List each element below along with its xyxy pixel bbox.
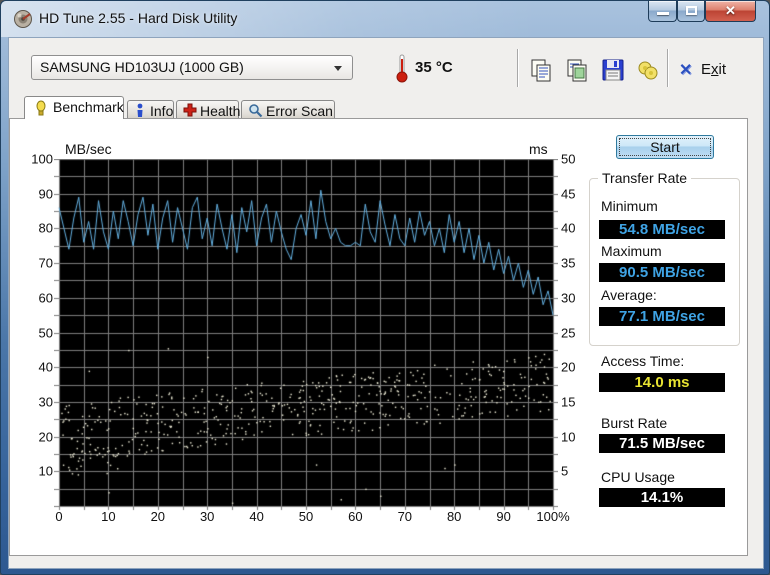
chevron-down-icon: [334, 66, 342, 71]
left-axis-tick-label: 50: [38, 325, 53, 340]
right-axis-title: ms: [529, 141, 548, 157]
tab-error-scan-label: Error Scan: [266, 103, 333, 119]
exit-x-icon: ✕: [679, 62, 693, 79]
left-axis-tick-label: 20: [38, 429, 53, 445]
title-bar[interactable]: HD Tune 2.55 - Hard Disk Utility ✕: [1, 1, 769, 37]
close-button[interactable]: ✕: [705, 1, 756, 22]
toolbar-separator: [517, 49, 519, 87]
cpu-usage-value: 14.1%: [599, 488, 725, 507]
minimum-value: 54.8 MB/sec: [599, 220, 725, 239]
transfer-rate-title: Transfer Rate: [598, 170, 692, 186]
right-axis-tick-label: 25: [561, 325, 576, 340]
right-axis-tick-label: 15: [561, 394, 576, 410]
right-axis-tick-label: 40: [561, 220, 576, 236]
access-time-label: Access Time:: [601, 353, 685, 369]
error-scan-icon: [249, 104, 263, 118]
left-axis-tick-label: 100: [31, 151, 53, 167]
cpu-usage-label: CPU Usage: [601, 469, 675, 485]
benchmark-chart: [54, 159, 558, 511]
app-icon: [14, 10, 32, 28]
tab-info-label: Info: [150, 103, 174, 119]
x-axis-tick-label: 90: [496, 509, 511, 524]
x-axis-tick-label: 100%: [536, 509, 570, 524]
options-icon[interactable]: [635, 57, 661, 83]
x-axis-tick-label: 0: [55, 509, 63, 524]
burst-rate-value: 71.5 MB/sec: [599, 434, 725, 453]
left-axis-tick-label: 70: [38, 255, 53, 271]
left-axis-tick-label: 40: [38, 359, 53, 375]
x-axis-tick-label: 40: [249, 509, 264, 524]
average-value: 77.1 MB/sec: [599, 307, 725, 326]
x-axis-tick-label: 30: [199, 509, 215, 524]
maximize-button[interactable]: [677, 1, 705, 22]
tab-info[interactable]: Info: [127, 100, 174, 119]
exit-label: Exit: [701, 61, 727, 78]
left-axis-tick-label: 90: [38, 186, 53, 202]
left-axis-tick-label: 60: [38, 290, 53, 306]
save-icon[interactable]: [600, 57, 626, 83]
minimize-button[interactable]: [648, 1, 677, 22]
copy-icon[interactable]: [528, 57, 554, 83]
x-axis-tick-label: 20: [150, 509, 166, 524]
x-axis-ticks: 0 10 20 30 40 50 60 70 80 90 100%: [55, 509, 579, 527]
maximum-value: 90.5 MB/sec: [599, 263, 725, 282]
left-axis-ticks: 100 90 80 70 60 50 40 30 20 10: [7, 152, 53, 506]
health-icon: [183, 103, 197, 117]
tab-health[interactable]: Health: [176, 100, 241, 119]
exit-button[interactable]: ✕ Exit: [677, 57, 747, 83]
copy-image-icon[interactable]: [564, 57, 590, 83]
minimum-label: Minimum: [601, 198, 658, 214]
burst-rate-label: Burst Rate: [601, 415, 668, 431]
maximize-icon: [686, 6, 697, 15]
right-axis-tick-label: 45: [561, 186, 576, 202]
x-axis-tick-label: 10: [101, 509, 116, 524]
x-axis-tick-label: 60: [348, 509, 363, 524]
thermometer-icon: [396, 54, 408, 83]
right-axis-tick-label: 50: [561, 151, 576, 167]
temperature-value: 35 °C: [415, 59, 453, 76]
hd-tune-window: HD Tune 2.55 - Hard Disk Utility ✕ SAMSU…: [0, 0, 770, 575]
right-axis-tick-label: 5: [561, 463, 569, 479]
tab-error-scan[interactable]: Error Scan: [241, 100, 335, 119]
x-axis-tick-label: 50: [298, 509, 314, 524]
close-icon: ✕: [725, 3, 736, 18]
left-axis-tick-label: 10: [38, 463, 53, 479]
benchmark-icon: [36, 100, 46, 116]
left-axis-title: MB/sec: [65, 141, 112, 157]
minimize-icon: [657, 12, 669, 15]
info-icon: [137, 103, 143, 117]
right-axis-tick-label: 30: [561, 290, 576, 306]
x-axis-tick-label: 80: [446, 509, 462, 524]
x-axis-tick-label: 70: [397, 509, 413, 524]
access-time-value: 14.0 ms: [599, 373, 725, 392]
tab-health-label: Health: [200, 103, 241, 119]
drive-select-combobox[interactable]: SAMSUNG HD103UJ (1000 GB): [31, 55, 353, 80]
left-axis-tick-label: 30: [38, 394, 53, 410]
right-axis-tick-label: 35: [561, 255, 576, 271]
maximum-label: Maximum: [601, 243, 662, 259]
toolbar-separator: [667, 49, 669, 87]
start-button[interactable]: Start: [616, 135, 714, 159]
tab-benchmark[interactable]: Benchmark: [24, 96, 124, 119]
right-axis-tick-label: 10: [561, 429, 576, 445]
left-axis-tick-label: 80: [38, 220, 53, 236]
right-axis-tick-label: 20: [561, 359, 576, 375]
average-label: Average:: [601, 287, 657, 303]
drive-select-value: SAMSUNG HD103UJ (1000 GB): [40, 59, 244, 75]
tab-benchmark-label: Benchmark: [53, 99, 124, 115]
window-title: HD Tune 2.55 - Hard Disk Utility: [39, 10, 238, 26]
